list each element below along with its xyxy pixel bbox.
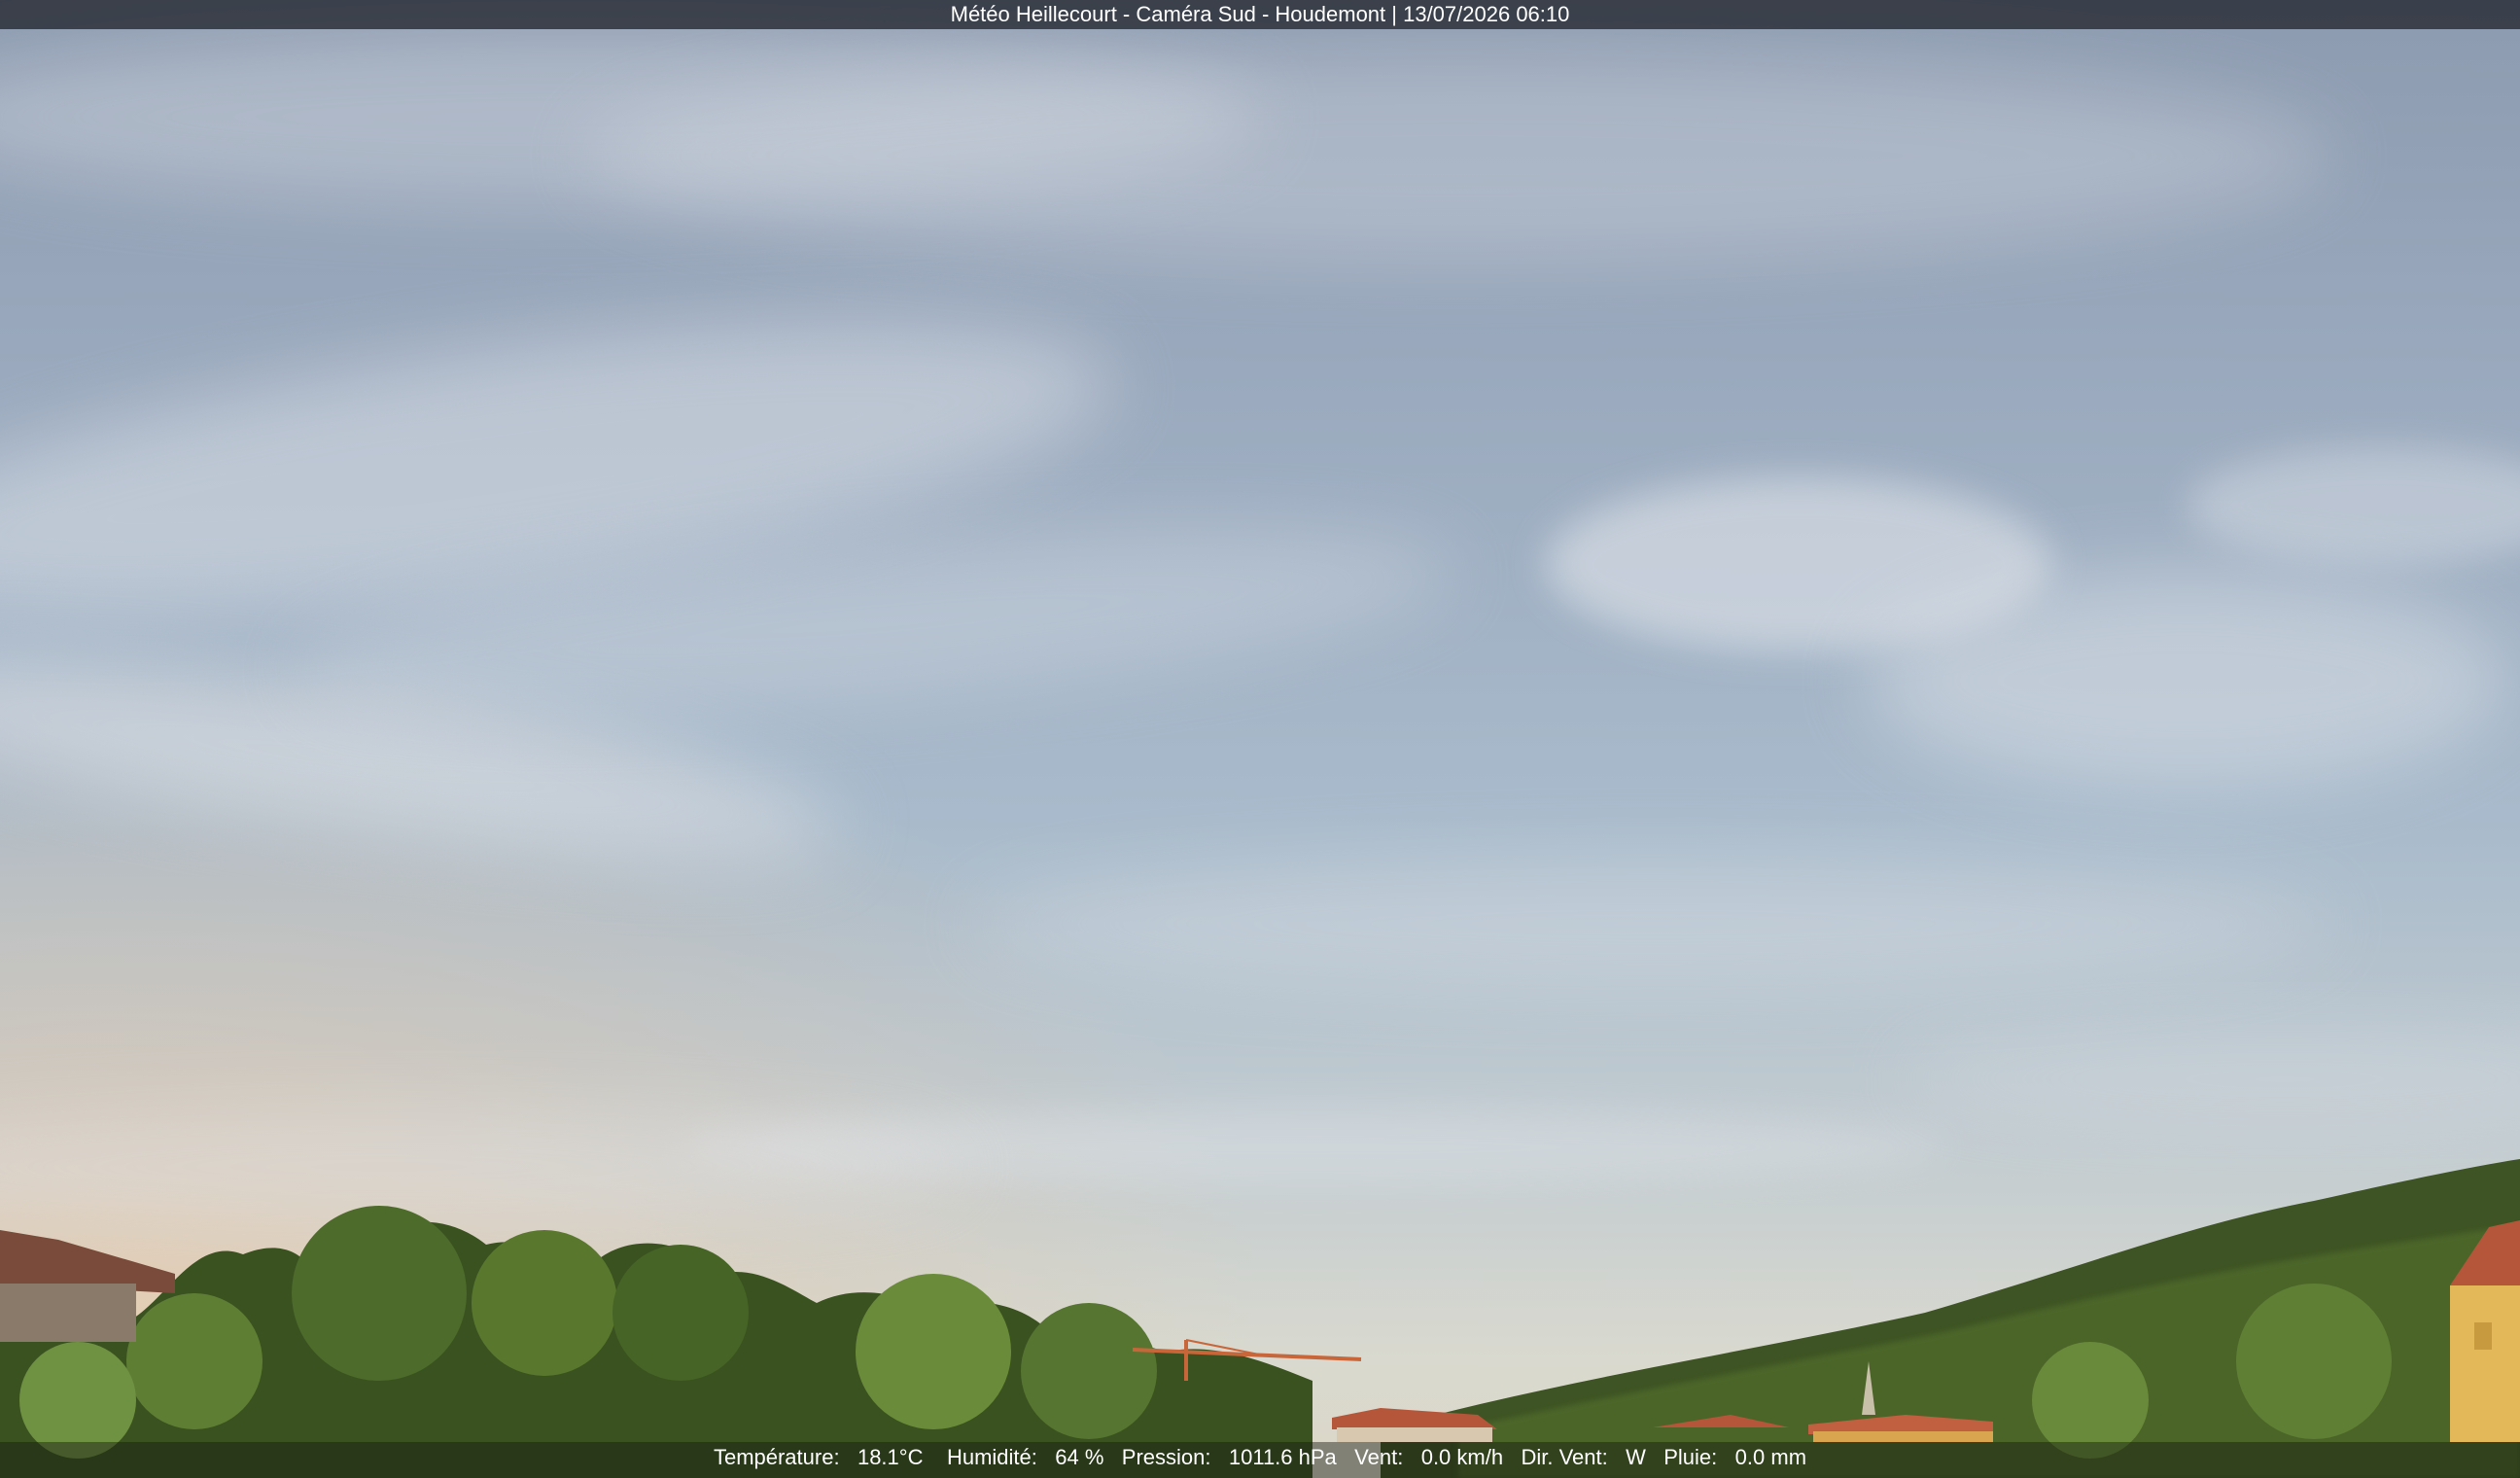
temperature-label: Température: xyxy=(713,1445,840,1469)
temperature-value: 18.1°C xyxy=(857,1445,924,1469)
tree-canopy xyxy=(856,1274,1011,1429)
house-wall xyxy=(1337,1427,1492,1442)
pressure-label: Pression: xyxy=(1121,1445,1211,1469)
cloud-streak xyxy=(972,856,2333,992)
house-right-wall xyxy=(2450,1285,2520,1442)
cloud-streak xyxy=(583,49,2333,263)
tree-canopy xyxy=(2032,1342,2149,1459)
cloud-streak xyxy=(1867,574,2508,788)
tree-canopy xyxy=(19,1342,136,1459)
pressure-value: 1011.6 hPa xyxy=(1228,1445,1337,1469)
house-wall xyxy=(1813,1431,1993,1442)
tree-canopy xyxy=(612,1245,749,1381)
wind-value: 0.0 km/h xyxy=(1420,1445,1504,1469)
wind-label: Vent: xyxy=(1354,1445,1404,1469)
webcam-frame: Météo Heillecourt - Caméra Sud - Houdemo… xyxy=(0,0,2520,1478)
tree-canopy xyxy=(472,1230,617,1376)
house-left-wall xyxy=(0,1284,136,1342)
tree-canopy xyxy=(126,1293,262,1429)
humidity-label: Humidité: xyxy=(946,1445,1037,1469)
rain-label: Pluie: xyxy=(1663,1445,1718,1469)
tree-canopy xyxy=(2236,1284,2392,1439)
humidity-value: 64 % xyxy=(1055,1445,1104,1469)
tree-canopy xyxy=(292,1206,467,1381)
wind-direction-value: W xyxy=(1626,1445,1646,1469)
wind-direction-label: Dir. Vent: xyxy=(1521,1445,1608,1469)
tree-canopy xyxy=(1021,1303,1157,1439)
house-right-window xyxy=(2474,1322,2492,1350)
weather-data-bar: Température: 18.1°C Humidité: 64 % Press… xyxy=(0,1442,2520,1478)
webcam-scene xyxy=(0,0,2520,1478)
rain-value: 0.0 mm xyxy=(1734,1445,1807,1469)
camera-title-bar: Météo Heillecourt - Caméra Sud - Houdemo… xyxy=(0,0,2520,29)
